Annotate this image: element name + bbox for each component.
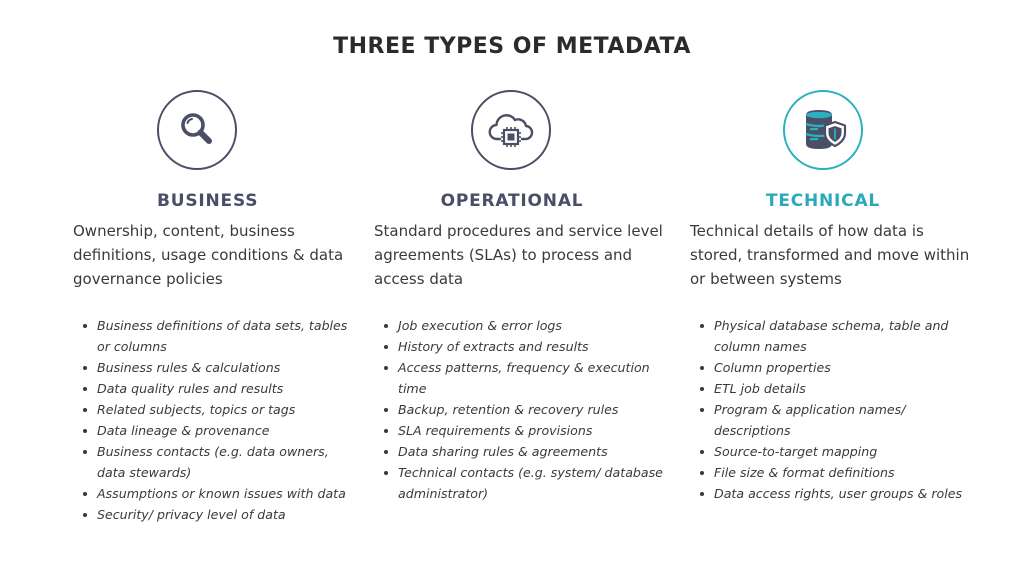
list-item: History of extracts and results xyxy=(384,336,664,357)
database-shield-icon xyxy=(805,110,847,149)
magnifier-icon xyxy=(181,113,212,144)
list-item: Security/ privacy level of data xyxy=(83,504,353,525)
business-heading: BUSINESS xyxy=(157,191,259,211)
list-item: Data quality rules and results xyxy=(83,378,353,399)
page-title: THREE TYPES OF METADATA xyxy=(333,34,691,59)
list-item: Data sharing rules & agreements xyxy=(384,441,664,462)
list-item: Physical database schema, table and colu… xyxy=(700,315,980,357)
list-item: Access patterns, frequency & execution t… xyxy=(384,357,664,399)
list-item: Related subjects, topics or tags xyxy=(83,399,353,420)
list-item: Job execution & error logs xyxy=(384,315,664,336)
technical-icon-badge xyxy=(783,90,863,170)
business-description: Ownership, content, business definitions… xyxy=(73,222,344,288)
operational-heading: OPERATIONAL xyxy=(440,191,584,211)
list-item: ETL job details xyxy=(700,378,980,399)
list-item: Assumptions or known issues with data xyxy=(83,483,353,504)
technical-heading: TECHNICAL xyxy=(765,191,881,211)
business-icon-badge xyxy=(157,90,237,170)
list-item: Backup, retention & recovery rules xyxy=(384,399,664,420)
technical-list: Physical database schema, table and colu… xyxy=(690,315,980,504)
cloud-chip-icon xyxy=(488,114,534,147)
operational-list: Job execution & error logs History of ex… xyxy=(374,315,664,504)
list-item: Technical contacts (e.g. system/ databas… xyxy=(384,462,664,504)
list-item: Business definitions of data sets, table… xyxy=(83,315,353,357)
list-item: Source-to-target mapping xyxy=(700,441,980,462)
technical-description: Technical details of how data is stored,… xyxy=(690,222,970,288)
list-item: File size & format definitions xyxy=(700,462,980,483)
list-item: Data access rights, user groups & roles xyxy=(700,483,980,504)
list-item: Program & application names/ description… xyxy=(700,399,980,441)
list-item: SLA requirements & provisions xyxy=(384,420,664,441)
business-list: Business definitions of data sets, table… xyxy=(73,315,353,525)
list-item: Column properties xyxy=(700,357,980,378)
operational-icon-badge xyxy=(471,90,551,170)
operational-description: Standard procedures and service level ag… xyxy=(374,222,663,288)
list-item: Business contacts (e.g. data owners, dat… xyxy=(83,441,353,483)
list-item: Business rules & calculations xyxy=(83,357,353,378)
list-item: Data lineage & provenance xyxy=(83,420,353,441)
